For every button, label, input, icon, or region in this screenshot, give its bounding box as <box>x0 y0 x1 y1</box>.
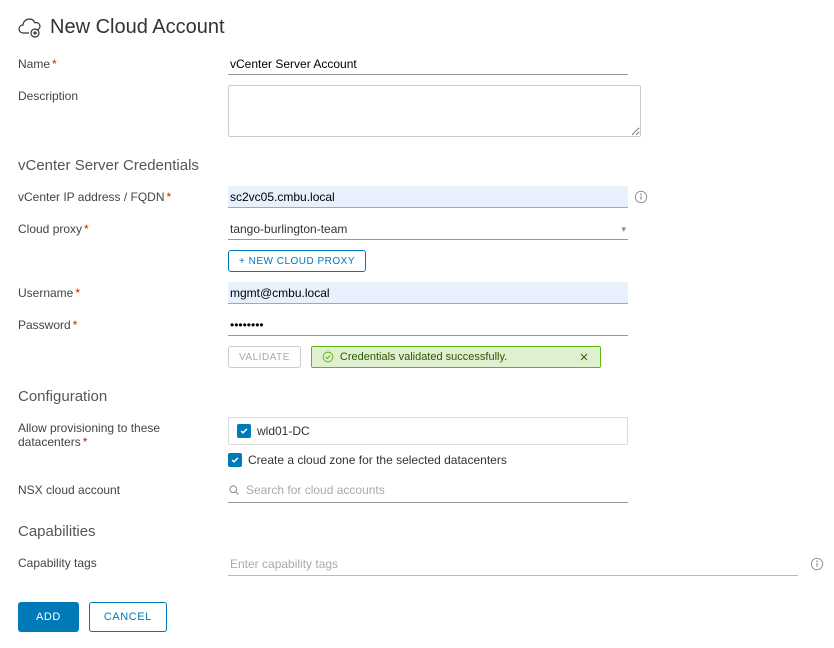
name-input[interactable] <box>228 53 628 75</box>
password-input[interactable] <box>228 314 628 336</box>
section-capabilities: Capabilities <box>18 523 816 540</box>
description-label: Description <box>18 85 228 103</box>
page-title: New Cloud Account <box>18 16 816 39</box>
datacenter-name: wld01-DC <box>257 424 310 438</box>
cancel-button[interactable]: CANCEL <box>89 602 167 632</box>
description-textarea[interactable] <box>228 85 641 137</box>
ip-input[interactable] <box>228 186 628 208</box>
name-label: Name* <box>18 53 228 71</box>
info-icon[interactable] <box>634 190 648 204</box>
create-zone-checkbox[interactable] <box>228 453 242 467</box>
search-icon <box>228 484 240 496</box>
validation-success-alert: Credentials validated successfully. <box>311 346 601 368</box>
nsx-search-input[interactable] <box>246 481 628 499</box>
cloud-proxy-value: tango-burlington-team <box>230 222 347 236</box>
proxy-label: Cloud proxy* <box>18 218 228 236</box>
page-title-text: New Cloud Account <box>50 16 225 39</box>
datacenter-option[interactable]: wld01-DC <box>228 417 628 445</box>
password-label: Password* <box>18 314 228 332</box>
close-icon[interactable] <box>578 351 590 363</box>
capability-tags-label: Capability tags <box>18 552 228 570</box>
username-input[interactable] <box>228 282 628 304</box>
create-zone-row[interactable]: Create a cloud zone for the selected dat… <box>228 453 507 467</box>
check-circle-icon <box>322 351 334 363</box>
info-icon[interactable] <box>810 557 824 571</box>
validate-button[interactable]: VALIDATE <box>228 346 301 368</box>
add-button[interactable]: ADD <box>18 602 79 632</box>
section-credentials: vCenter Server Credentials <box>18 157 816 174</box>
nsx-search-field[interactable] <box>228 479 628 503</box>
nsx-label: NSX cloud account <box>18 479 228 497</box>
username-label: Username* <box>18 282 228 300</box>
chevron-down-icon: ▾ <box>621 224 626 235</box>
datacenter-checkbox[interactable] <box>237 424 251 438</box>
validation-success-text: Credentials validated successfully. <box>340 351 507 363</box>
cloud-add-icon <box>18 18 42 38</box>
capability-tags-field[interactable] <box>228 552 798 576</box>
create-zone-label: Create a cloud zone for the selected dat… <box>248 453 507 467</box>
section-configuration: Configuration <box>18 388 816 405</box>
ip-label: vCenter IP address / FQDN* <box>18 186 228 204</box>
allow-provisioning-label: Allow provisioning to these datacenters* <box>18 417 228 449</box>
cloud-proxy-select[interactable]: tango-burlington-team ▾ <box>228 218 628 240</box>
capability-tags-input[interactable] <box>228 556 798 572</box>
new-cloud-proxy-button[interactable]: + NEW CLOUD PROXY <box>228 250 366 272</box>
